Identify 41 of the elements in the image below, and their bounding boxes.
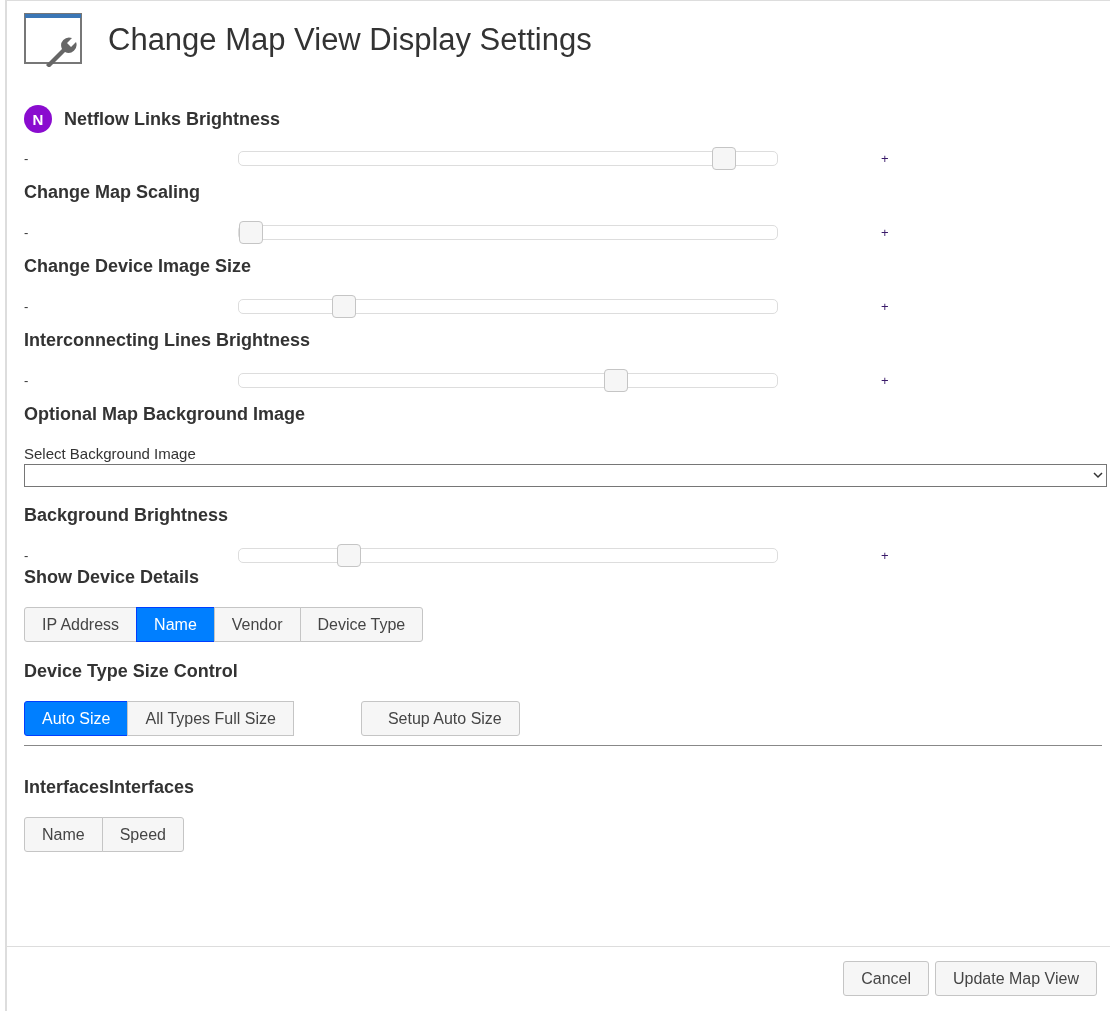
- section-heading: Netflow Links Brightness: [64, 108, 281, 130]
- minus-label: -: [24, 150, 30, 166]
- chevron-down-icon: [1093, 472, 1103, 479]
- section-heading: Optional Map Background Image: [24, 404, 306, 425]
- toggle-option[interactable]: Name: [136, 607, 215, 642]
- plus-label: +: [881, 224, 889, 240]
- plus-label: +: [881, 150, 889, 166]
- toggle-option[interactable]: Speed: [101, 817, 184, 852]
- minus-label: -: [24, 547, 30, 563]
- section-heading: Change Map Scaling: [24, 182, 201, 203]
- settings-window-icon: [24, 13, 82, 67]
- minus-label: -: [24, 298, 30, 314]
- plus-label: +: [881, 547, 889, 563]
- netflow-icon: N: [24, 105, 52, 133]
- toggle-option[interactable]: Vendor: [213, 607, 301, 642]
- toggle-option[interactable]: All Types Full Size: [127, 701, 294, 736]
- slider-thumb[interactable]: [336, 543, 361, 567]
- minus-label: -: [24, 224, 30, 240]
- section-heading: Background Brightness: [24, 505, 229, 526]
- dialog-title: Change Map View Display Settings: [108, 22, 592, 58]
- background-image-select[interactable]: [24, 464, 1107, 487]
- section-heading: Change Device Image Size: [24, 256, 252, 277]
- slider-thumb[interactable]: [603, 368, 628, 392]
- toggle-option[interactable]: IP Address: [24, 607, 138, 642]
- update-button[interactable]: Update Map View: [935, 961, 1097, 996]
- setup-auto-size-button[interactable]: Setup Auto Size: [360, 701, 520, 736]
- field-label: Select Background Image: [24, 445, 197, 462]
- section-heading: Interconnecting Lines Brightness: [24, 330, 311, 351]
- toggle-option[interactable]: Auto Size: [24, 701, 129, 736]
- section-heading: Show Device Details: [24, 567, 200, 588]
- cancel-button[interactable]: Cancel: [843, 961, 929, 996]
- slider-thumb[interactable]: [711, 146, 736, 170]
- plus-label: +: [881, 372, 889, 388]
- slider-thumb[interactable]: [331, 294, 356, 318]
- section-heading: InterfacesInterfaces: [24, 777, 195, 798]
- toggle-option[interactable]: Device Type: [299, 607, 424, 642]
- plus-label: +: [881, 298, 889, 314]
- section-heading: Device Type Size Control: [24, 661, 238, 682]
- toggle-option[interactable]: Name: [24, 817, 103, 852]
- minus-label: -: [24, 372, 30, 388]
- slider-thumb[interactable]: [239, 220, 263, 244]
